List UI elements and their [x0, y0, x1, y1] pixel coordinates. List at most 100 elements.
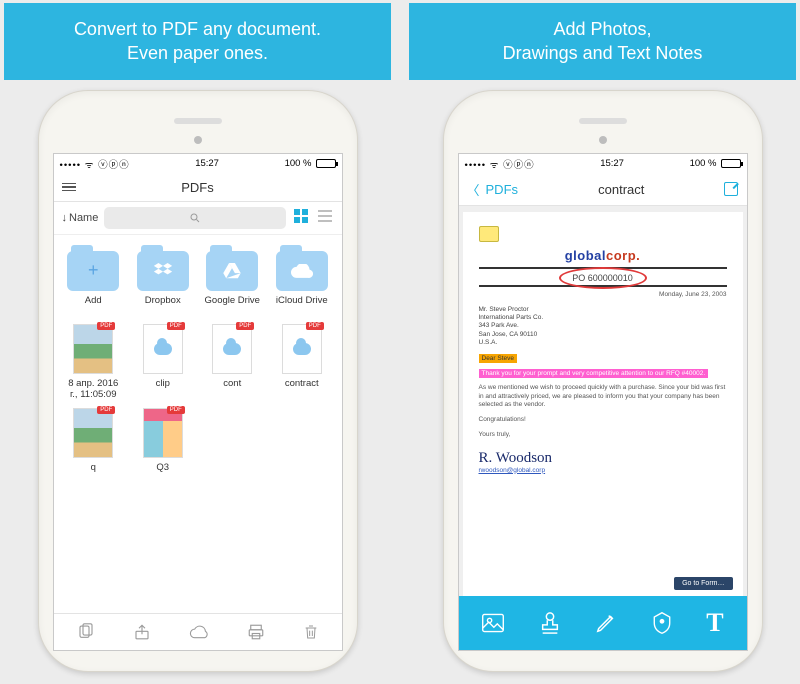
- folder-icloud[interactable]: iCloud Drive: [270, 245, 334, 316]
- status-time: 15:27: [600, 158, 624, 169]
- body-paragraph: As we mentioned we wish to proceed quick…: [479, 384, 727, 410]
- edit-button[interactable]: [724, 182, 738, 196]
- view-grid-button[interactable]: [292, 209, 310, 226]
- highlight-annotation: Dear Steve: [479, 354, 518, 363]
- folder-google-drive[interactable]: Google Drive: [201, 245, 265, 316]
- status-time: 15:27: [195, 158, 219, 169]
- pdf-badge: PDF: [236, 322, 254, 330]
- cloud-icon: [293, 343, 311, 355]
- stamp-icon: [539, 611, 561, 635]
- signature: R. Woodson: [479, 450, 727, 467]
- file-item[interactable]: PDF clip: [131, 324, 195, 401]
- nav-title: PDFs: [181, 180, 214, 195]
- folder-label: iCloud Drive: [276, 296, 328, 316]
- trash-icon[interactable]: [303, 623, 319, 641]
- nav-title: contract: [598, 182, 644, 197]
- status-bar: ••••• ᯤ ⓥⓟⓝ 15:27 100 %: [54, 154, 342, 174]
- battery-icon: [721, 159, 741, 168]
- file-item[interactable]: PDF 8 апр. 2016 г., 11:05:09: [62, 324, 126, 401]
- sort-button[interactable]: ↓ Name: [62, 212, 99, 224]
- add-shape-button[interactable]: [651, 611, 673, 635]
- company-logo: globalcorp.: [479, 248, 727, 263]
- body-paragraph: Congratulations!: [479, 416, 727, 425]
- pdf-badge: PDF: [97, 406, 115, 414]
- pencil-icon: [595, 612, 617, 634]
- nav-bar: 〈 PDFs contract: [459, 174, 747, 206]
- menu-icon[interactable]: [62, 183, 76, 192]
- add-text-button[interactable]: T: [706, 608, 723, 638]
- folder-label: Add: [85, 296, 102, 316]
- signer-link: rwoodson@global.corp: [479, 467, 727, 474]
- cloud-sync-icon[interactable]: [189, 623, 209, 641]
- pdf-badge: PDF: [306, 322, 324, 330]
- status-bar: ••••• ᯤ ⓥⓟⓝ 15:27 100 %: [459, 154, 747, 174]
- screen-right: ••••• ᯤ ⓥⓟⓝ 15:27 100 % 〈 PDFs contract: [458, 153, 748, 651]
- file-item[interactable]: PDF cont: [201, 324, 265, 401]
- closing: Yours truly,: [479, 431, 727, 440]
- share-icon[interactable]: [133, 623, 151, 641]
- promo-panel-left: Convert to PDF any document. Even paper …: [4, 3, 391, 681]
- signal-icon: ••••• ᯤ ⓥⓟⓝ: [465, 157, 535, 171]
- goto-form-button[interactable]: Go to Form…: [674, 577, 732, 590]
- back-button[interactable]: 〈 PDFs: [467, 180, 519, 199]
- battery-icon: [316, 159, 336, 168]
- add-photo-button[interactable]: [481, 612, 505, 634]
- folder-label: Google Drive: [205, 296, 260, 316]
- add-stamp-button[interactable]: [539, 611, 561, 635]
- phone-mock-right: ••••• ᯤ ⓥⓟⓝ 15:27 100 % 〈 PDFs contract: [409, 80, 796, 681]
- grid-icon: [294, 209, 308, 223]
- cloud-icon: [223, 343, 241, 355]
- file-label: Q3: [156, 463, 169, 483]
- copy-icon[interactable]: [77, 623, 95, 641]
- dropbox-icon: [137, 251, 189, 291]
- folder-grid: + Add Dropbox Google Drive: [54, 235, 342, 494]
- caption-left: Convert to PDF any document. Even paper …: [4, 3, 391, 80]
- photo-icon: [481, 612, 505, 634]
- plus-icon: +: [67, 251, 119, 291]
- search-icon: [189, 212, 201, 224]
- print-icon[interactable]: [247, 623, 265, 641]
- cloud-icon: [154, 343, 172, 355]
- nav-bar: PDFs: [54, 174, 342, 202]
- pdf-badge: PDF: [97, 322, 115, 330]
- signal-icon: ••••• ᯤ ⓥⓟⓝ: [60, 157, 130, 171]
- file-label: q: [91, 463, 96, 483]
- view-list-button[interactable]: [316, 209, 334, 226]
- file-label: clip: [156, 379, 170, 399]
- chevron-left-icon: 〈: [467, 180, 480, 199]
- screen-left: ••••• ᯤ ⓥⓟⓝ 15:27 100 % PDFs ↓: [53, 153, 343, 651]
- file-item[interactable]: PDF Q3: [131, 408, 195, 483]
- folder-dropbox[interactable]: Dropbox: [131, 245, 195, 316]
- sort-label: Name: [69, 212, 98, 224]
- file-item[interactable]: PDF contract: [270, 324, 334, 401]
- shape-icon: [651, 611, 673, 635]
- folder-label: Dropbox: [145, 296, 181, 316]
- list-icon: [318, 209, 332, 223]
- add-drawing-button[interactable]: [595, 612, 617, 634]
- battery-percent: 100 %: [690, 158, 717, 169]
- cloud-icon: [276, 251, 328, 291]
- po-number: PO 600000010: [566, 273, 639, 283]
- address-block: Mr. Steve Proctor International Parts Co…: [479, 306, 727, 348]
- document-page: globalcorp. PO 600000010 Monday, June 23…: [463, 212, 743, 596]
- file-label: contract: [285, 379, 319, 399]
- list-toolbar: ↓ Name: [54, 202, 342, 235]
- search-input[interactable]: [104, 207, 285, 229]
- highlight-annotation: Thank you for your prompt and very compe…: [479, 369, 709, 378]
- annotation-toolbar: T: [459, 596, 747, 650]
- compose-icon: [724, 182, 738, 196]
- sticky-note-icon[interactable]: [479, 226, 499, 242]
- pdf-badge: PDF: [167, 322, 185, 330]
- phone-mock-left: ••••• ᯤ ⓥⓟⓝ 15:27 100 % PDFs ↓: [4, 80, 391, 681]
- arrow-down-icon: ↓: [62, 212, 68, 224]
- document-viewer[interactable]: globalcorp. PO 600000010 Monday, June 23…: [459, 206, 747, 596]
- file-item[interactable]: PDF q: [62, 408, 126, 483]
- file-label: 8 апр. 2016 г., 11:05:09: [68, 379, 118, 401]
- document-date: Monday, June 23, 2003: [479, 291, 727, 298]
- battery-percent: 100 %: [285, 158, 312, 169]
- bottom-toolbar: [54, 613, 342, 650]
- caption-right: Add Photos, Drawings and Text Notes: [409, 3, 796, 80]
- folder-add[interactable]: + Add: [62, 245, 126, 316]
- promo-panel-right: Add Photos, Drawings and Text Notes ••••…: [409, 3, 796, 681]
- file-label: cont: [223, 379, 241, 399]
